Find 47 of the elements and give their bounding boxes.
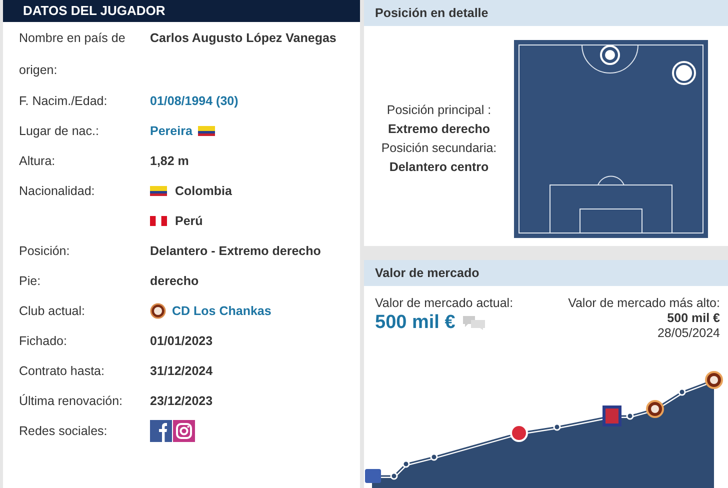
facebook-icon[interactable] [150,420,172,442]
instagram-icon[interactable] [173,420,195,442]
flag-icon [150,216,167,226]
primary-position: Extremo derecho [386,121,492,138]
field-label: F. Nacim./Edad: [19,93,108,110]
field-value: Carlos Augusto López Vanegas [150,30,336,47]
chart-point[interactable] [553,423,561,431]
field-label: Redes sociales: [19,423,108,440]
field-value: Delantero - Extremo derecho [150,243,321,260]
field-label: Fichado: [19,333,68,350]
current-market-value: 500 mil € [375,311,456,335]
field-value: 31/12/2024 [150,363,213,380]
birthplace-link[interactable]: Pereira [150,116,192,146]
chart-point[interactable] [402,460,410,468]
secondary-position-label: Posición secundaria: [380,140,498,157]
chart-point[interactable] [390,472,398,480]
flag-icon [198,126,216,136]
field-value: 01/01/2023 [150,333,213,350]
club-link[interactable]: CD Los Chankas [172,296,272,326]
field-label: Nombre en país de origen: [19,30,126,79]
field-value: derecho [150,273,199,290]
nationality: Perú [175,213,203,230]
field-label: Posición: [19,243,71,260]
nationality: Colombia [175,183,232,200]
panel-title: Posición en detalle [364,0,728,26]
primary-position-label: Posición principal : [386,102,492,119]
chart-point[interactable] [678,388,686,396]
flag-icon [150,186,167,196]
field-value: 1,82 m [150,153,189,170]
current-value-label: Valor de mercado actual: [375,296,514,311]
chart-point[interactable] [626,412,634,420]
highest-market-value: 500 mil € [666,311,720,326]
field-label: Nacionalidad: [19,183,96,200]
highest-value-date: 28/05/2024 [656,326,720,341]
field-label: Altura: [19,153,56,170]
secondary-position: Delantero centro [388,159,490,176]
field-value: 23/12/2023 [150,393,213,410]
field-label: Pie: [19,273,42,290]
field-label: Club actual: [19,303,86,320]
section-title: DATOS DEL JUGADOR [3,0,360,22]
highest-value-label: Valor de mercado más alto: [568,296,720,311]
field-label: Última renovación: [19,393,124,410]
field-label: Lugar de nac.: [19,123,100,140]
birth-date-link[interactable]: 01/08/1994 (30) [150,86,238,116]
field-label: Contrato hasta: [19,363,106,380]
chart-point[interactable] [430,453,438,461]
panel-title: Valor de mercado [364,260,728,286]
